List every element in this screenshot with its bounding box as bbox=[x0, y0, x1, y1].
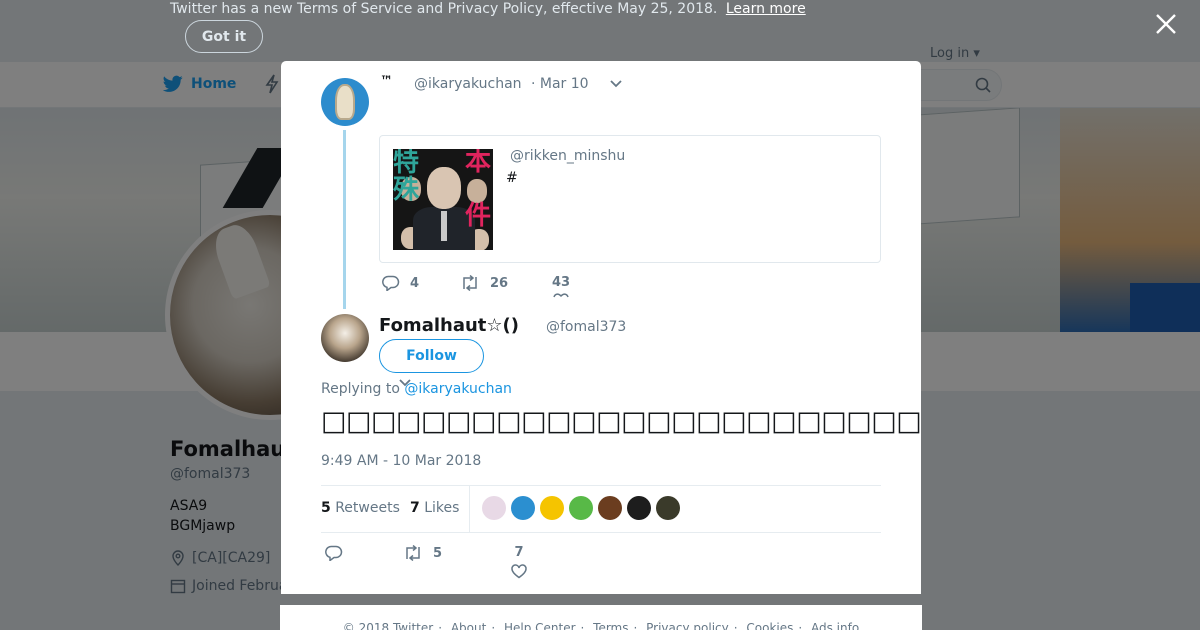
learn-more-link[interactable]: Learn more bbox=[726, 1, 806, 17]
likes-stat-label: Likes bbox=[424, 500, 460, 516]
retweet-count: 5 bbox=[433, 545, 443, 561]
retweet-count: 26 bbox=[490, 275, 509, 291]
retweet-button[interactable]: 26 bbox=[460, 275, 508, 291]
retweets-stat-count: 5 bbox=[321, 500, 331, 516]
replying-to: Replying to @ikaryakuchan bbox=[321, 381, 512, 397]
retweets-stat-label: Retweets bbox=[335, 500, 400, 516]
retweet-button[interactable]: 5 bbox=[403, 545, 442, 561]
reply-icon bbox=[325, 545, 343, 561]
footer-copyright: © 2018 Twitter bbox=[342, 621, 434, 630]
liker-avatar[interactable] bbox=[627, 496, 651, 520]
footer-help-link[interactable]: Help Center bbox=[504, 621, 576, 630]
likes-stat-count: 7 bbox=[410, 500, 420, 516]
like-button[interactable]: 43 bbox=[552, 275, 570, 298]
liker-avatar[interactable] bbox=[569, 496, 593, 520]
heart-icon bbox=[553, 293, 569, 298]
chevron-down-icon[interactable] bbox=[609, 77, 623, 91]
replying-to-handle-link[interactable]: @ikaryakuchan bbox=[404, 381, 512, 397]
heart-icon bbox=[511, 564, 527, 579]
parent-tweet-handle[interactable]: @ikaryakuchan bbox=[414, 76, 522, 92]
retweets-stat[interactable]: 5 Retweets bbox=[321, 500, 400, 516]
retweet-icon bbox=[463, 275, 477, 291]
image-kanji-3: 本 bbox=[465, 149, 492, 177]
reply-button[interactable] bbox=[325, 545, 353, 561]
close-icon[interactable] bbox=[1154, 12, 1178, 36]
footer-ads-link[interactable]: Ads info bbox=[811, 621, 859, 630]
replying-to-prefix: Replying to bbox=[321, 381, 400, 397]
image-kanji-4: 件 bbox=[465, 201, 492, 231]
main-tweet-name[interactable]: Fomalhaut☆() bbox=[379, 315, 519, 336]
reply-icon bbox=[382, 275, 400, 291]
parent-tweet-name[interactable]: ™ bbox=[380, 74, 393, 89]
terms-text-line: Twitter has a new Terms of Service and P… bbox=[170, 1, 806, 17]
image-kanji-2: 殊 bbox=[393, 175, 420, 205]
tweet-stats: 5 Retweets 7 Likes bbox=[321, 485, 881, 533]
follow-button[interactable]: Follow bbox=[379, 339, 484, 373]
quoted-tweet-card[interactable]: 特 殊 本 件 @rikken_minshu # bbox=[379, 135, 881, 263]
got-it-button[interactable]: Got it bbox=[185, 20, 263, 53]
likes-stat[interactable]: 7 Likes bbox=[410, 500, 459, 516]
reply-button[interactable]: 4 bbox=[382, 275, 419, 291]
parent-tweet-avatar[interactable] bbox=[321, 78, 369, 126]
parent-tweet-date[interactable]: · Mar 10 bbox=[531, 76, 589, 92]
like-count: 7 bbox=[514, 545, 524, 560]
liker-avatar[interactable] bbox=[656, 496, 680, 520]
image-kanji-1: 特 bbox=[393, 149, 420, 178]
liker-avatar[interactable] bbox=[598, 496, 622, 520]
footer: © 2018 Twitter · About · Help Center · Term… bbox=[280, 605, 922, 630]
terms-text: Twitter has a new Terms of Service and P… bbox=[170, 1, 718, 17]
quoted-tweet-handle: @rikken_minshu bbox=[510, 148, 626, 164]
reply-count: 4 bbox=[410, 275, 420, 291]
retweet-icon bbox=[406, 545, 420, 561]
stats-divider bbox=[469, 486, 470, 532]
footer-about-link[interactable]: About bbox=[451, 621, 486, 630]
main-tweet-actions: 5 7 bbox=[325, 545, 565, 589]
terms-banner: Twitter has a new Terms of Service and P… bbox=[0, 0, 1200, 62]
footer-terms-link[interactable]: Terms bbox=[593, 621, 628, 630]
liker-avatar[interactable] bbox=[511, 496, 535, 520]
thread-line bbox=[343, 130, 346, 309]
parent-tweet-actions: 4 26 43 bbox=[382, 275, 622, 299]
footer-cookies-link[interactable]: Cookies bbox=[746, 621, 793, 630]
liker-avatar[interactable] bbox=[482, 496, 506, 520]
like-button[interactable]: 7 bbox=[511, 545, 527, 579]
main-tweet-timestamp[interactable]: 9:49 AM - 10 Mar 2018 bbox=[321, 453, 481, 469]
footer-privacy-link[interactable]: Privacy policy bbox=[646, 621, 729, 630]
tweet-permalink-modal: ™ @ikaryakuchan · Mar 10 特 殊 本 件 @rikken… bbox=[281, 61, 921, 594]
quoted-tweet-text: # bbox=[506, 170, 518, 186]
liker-avatars bbox=[482, 496, 680, 520]
like-count: 43 bbox=[552, 275, 571, 290]
main-tweet-handle[interactable]: @fomal373 bbox=[546, 319, 626, 335]
quoted-tweet-image: 特 殊 本 件 bbox=[393, 149, 493, 250]
main-tweet-avatar[interactable] bbox=[321, 314, 369, 362]
main-tweet-text: □□□□□□□□□□□□□□□□□□□□□□□□□□□□□□□□□□□□□□□□… bbox=[321, 406, 921, 437]
liker-avatar[interactable] bbox=[540, 496, 564, 520]
